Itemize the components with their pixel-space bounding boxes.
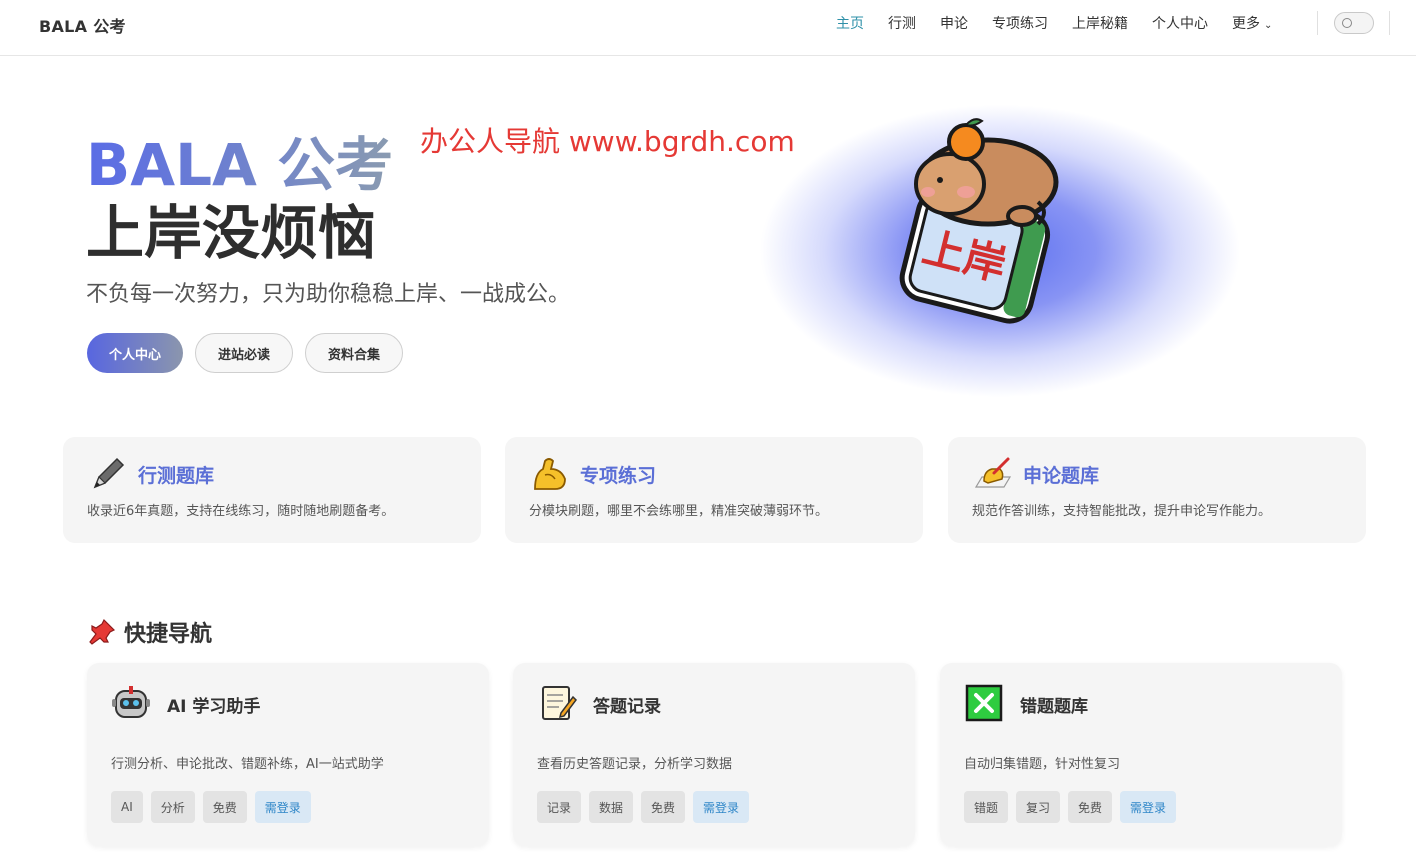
feature-title: 申论题库 <box>1023 465 1100 487</box>
nav-item-more[interactable]: 更多 ⌄ <box>1232 13 1272 33</box>
flexed-arm-icon <box>534 458 566 490</box>
nav-item-profile[interactable]: 个人中心 <box>1152 13 1208 33</box>
tag: AI <box>111 791 143 823</box>
hero-subtitle: 不负每一次努力，只为助你稳稳上岸、一战成公。 <box>86 282 571 307</box>
cross-mark-icon <box>965 684 1003 722</box>
profile-button[interactable]: 个人中心 <box>87 333 183 373</box>
quick-card-title: AI 学习助手 <box>167 697 261 717</box>
quick-nav-heading: 快捷导航 <box>88 616 212 648</box>
tag: 复习 <box>1016 791 1061 823</box>
nav-more-label: 更多 <box>1232 16 1260 32</box>
login-required-tag: 需登录 <box>1120 791 1177 823</box>
quick-card-desc: 自动归集错题，针对性复习 <box>964 757 1121 772</box>
feature-card-shenlun[interactable]: 申论题库 规范作答训练，支持智能批改，提升申论写作能力。 <box>948 437 1366 543</box>
quick-card-desc: 查看历史答题记录，分析学习数据 <box>537 757 733 772</box>
tag: 记录 <box>537 791 582 823</box>
feature-title: 专项练习 <box>580 465 657 487</box>
pen-icon <box>93 457 125 489</box>
nav-item-shenlun[interactable]: 申论 <box>940 13 968 33</box>
memo-icon <box>542 686 577 720</box>
feature-desc: 规范作答训练，支持智能批改，提升申论写作能力。 <box>972 504 1272 519</box>
sun-icon <box>1342 18 1352 28</box>
hero-title-brand: BALA 公考 <box>86 131 394 199</box>
resources-button[interactable]: 资料合集 <box>305 333 403 373</box>
nav-item-home[interactable]: 主页 <box>836 13 864 33</box>
login-required-tag: 需登录 <box>254 791 311 823</box>
tag: 免费 <box>202 791 247 823</box>
quick-card-wrong-questions[interactable]: 错题题库 自动归集错题，针对性复习 错题 复习 免费 需登录 <box>940 663 1342 846</box>
quick-card-answer-history[interactable]: 答题记录 查看历史答题记录，分析学习数据 记录 数据 免费 需登录 <box>513 663 915 846</box>
quick-card-desc: 行测分析、申论批改、错题补练，AI一站式助学 <box>111 757 384 772</box>
feature-desc: 分模块刷题，哪里不会练哪里，精准突破薄弱环节。 <box>529 504 829 519</box>
tag-list: AI 分析 免费 需登录 <box>111 791 311 823</box>
feature-desc: 收录近6年真题，支持在线练习，随时随地刷题备考。 <box>87 504 395 519</box>
tag-list: 记录 数据 免费 需登录 <box>537 791 750 823</box>
brand-logo[interactable]: BALA 公考 <box>39 13 126 37</box>
quick-card-title: 错题题库 <box>1020 697 1088 717</box>
tag: 分析 <box>150 791 195 823</box>
nav-divider <box>1317 11 1318 35</box>
chevron-down-icon: ⌄ <box>1264 20 1273 31</box>
top-nav: BALA 公考 主页 行测 申论 专项练习 上岸秘籍 个人中心 更多 ⌄ <box>0 0 1416 56</box>
must-read-button[interactable]: 进站必读 <box>195 333 293 373</box>
login-required-tag: 需登录 <box>693 791 750 823</box>
quick-card-title: 答题记录 <box>593 697 661 717</box>
pushpin-icon <box>89 618 116 645</box>
tag: 错题 <box>964 791 1009 823</box>
feature-card-xingce[interactable]: 行测题库 收录近6年真题，支持在线练习，随时随地刷题备考。 <box>63 437 481 543</box>
hero-title-slogan: 上岸没烦恼 <box>86 199 377 267</box>
nav-item-xingce[interactable]: 行测 <box>888 13 916 33</box>
watermark-text: 办公人导航 www.bgrdh.com <box>420 125 795 158</box>
tag-list: 错题 复习 免费 需登录 <box>964 791 1177 823</box>
nav-item-tips[interactable]: 上岸秘籍 <box>1072 13 1128 33</box>
robot-icon <box>112 686 150 718</box>
main-menu: 主页 行测 申论 专项练习 上岸秘籍 个人中心 更多 ⌄ <box>836 13 1272 33</box>
nav-divider-right <box>1389 11 1390 35</box>
tag: 免费 <box>1068 791 1113 823</box>
nav-item-special-practice[interactable]: 专项练习 <box>992 13 1048 33</box>
quick-nav-title: 快捷导航 <box>124 622 213 647</box>
tag: 免费 <box>641 791 686 823</box>
feature-title: 行测题库 <box>138 465 215 487</box>
quick-card-ai-assistant[interactable]: AI 学习助手 行测分析、申论批改、错题补练，AI一站式助学 AI 分析 免费 … <box>87 663 489 846</box>
feature-card-special[interactable]: 专项练习 分模块刷题，哪里不会练哪里，精准突破薄弱环节。 <box>505 437 923 543</box>
writing-hand-icon <box>974 457 1012 488</box>
theme-toggle[interactable] <box>1334 12 1374 34</box>
tag: 数据 <box>589 791 634 823</box>
capybara-mascot-icon: 上岸 <box>899 118 1059 324</box>
